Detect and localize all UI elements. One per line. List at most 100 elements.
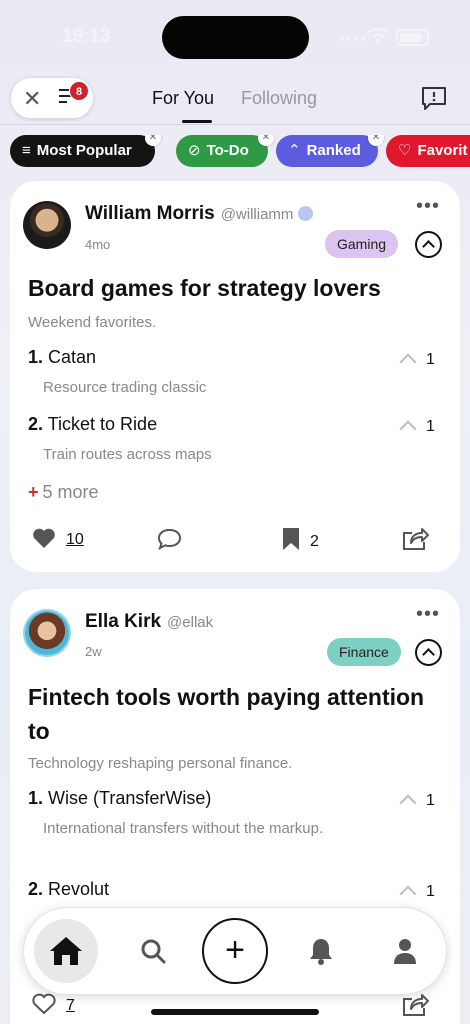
nav-home[interactable] (34, 919, 98, 983)
list-item[interactable]: 1. Wise (TransferWise) (28, 788, 211, 809)
check-circle-icon: ⊘ (188, 142, 201, 159)
chevron-up-icon: ⌃ (288, 142, 301, 159)
vote-count: 1 (426, 792, 435, 809)
status-bar: 19:13 (0, 0, 470, 70)
collapse-button[interactable] (415, 639, 442, 666)
avatar[interactable] (23, 609, 71, 657)
search-icon[interactable] (140, 938, 166, 964)
like-count[interactable]: 10 (66, 531, 84, 548)
item-number: 2. (28, 879, 44, 899)
upvote-button[interactable]: 1 (399, 883, 435, 903)
more-options-icon[interactable]: ••• (416, 195, 440, 218)
heart-outline-icon (32, 993, 56, 1015)
upvote-button[interactable]: 1 (399, 351, 435, 371)
post-title: Board games for strategy lovers (28, 275, 381, 301)
post-author[interactable]: Ella Kirk @ellak (85, 611, 213, 633)
list-item[interactable]: 1. Catan (28, 347, 96, 368)
upvote-icon (399, 420, 417, 438)
item-description: Resource trading classic (43, 379, 207, 396)
chip-favorites[interactable]: ♡ Favorit (386, 135, 470, 167)
post-age: 4mo (85, 237, 111, 252)
upvote-icon (399, 885, 417, 903)
filter-control[interactable]: ✕ 8 (10, 77, 94, 119)
close-icon[interactable]: ✕ (23, 86, 41, 112)
post-subtitle: Technology reshaping personal finance. (28, 755, 293, 772)
post-title: Fintech tools worth paying attention to (28, 684, 425, 744)
item-number: 1. (28, 788, 44, 808)
category-tag[interactable]: Gaming (325, 230, 399, 258)
vote-count: 1 (426, 351, 435, 368)
chip-label: Favorit (417, 142, 468, 159)
item-description: International transfers without the mark… (43, 820, 324, 837)
chip-remove-icon[interactable]: ✕ (368, 135, 384, 146)
upvote-button[interactable]: 1 (399, 418, 435, 438)
chevron-up-icon (422, 648, 435, 661)
profile-icon[interactable] (393, 937, 417, 965)
chip-to-do[interactable]: ⊘ To-Do ✕ (176, 135, 274, 167)
heart-icon: ♡ (398, 142, 412, 159)
item-number: 2. (28, 414, 44, 434)
add-post-button[interactable]: + (202, 918, 268, 984)
header-divider (0, 124, 470, 125)
like-button[interactable]: 10 (32, 527, 84, 549)
vote-count: 1 (426, 418, 435, 435)
item-name: Revolut (48, 879, 110, 899)
save-count: 2 (310, 533, 319, 550)
more-options-icon[interactable]: ••• (416, 603, 440, 626)
item-number: 1. (28, 347, 44, 367)
avatar[interactable] (23, 201, 71, 249)
feedback-icon[interactable] (421, 86, 447, 112)
chip-label: Ranked (306, 142, 361, 159)
chip-remove-icon[interactable]: ✕ (258, 135, 274, 146)
chip-ranked[interactable]: ⌃ Ranked ✕ (276, 135, 384, 167)
heart-icon (33, 528, 55, 548)
item-name: Catan (48, 347, 97, 367)
item-description: Train routes across maps (43, 446, 212, 463)
home-indicator[interactable] (151, 1009, 319, 1015)
tab-for-you[interactable]: For You (152, 88, 214, 109)
show-more-link[interactable]: +5 more (28, 482, 99, 503)
active-tab-indicator (182, 120, 212, 123)
chip-label: Most Popular (36, 142, 132, 159)
chevron-up-icon (422, 240, 435, 253)
filter-count-badge: 8 (69, 81, 89, 101)
more-count: 5 more (42, 482, 99, 502)
item-name: Wise (TransferWise) (48, 788, 212, 808)
filter-chips: ≡ Most Popular ✕ ⊘ To-Do ✕ ⌃ Ranked ✕ ♡ Favo… (10, 135, 470, 167)
chip-label: To-Do (206, 142, 249, 159)
list-item[interactable]: 2. Revolut (28, 879, 109, 900)
author-name: William Morris (85, 203, 215, 224)
home-icon (50, 937, 82, 965)
post-author[interactable]: William Morris @williamm (85, 203, 314, 225)
dynamic-island (162, 16, 309, 59)
bookmark-button[interactable]: 2 (282, 527, 319, 551)
upvote-icon (399, 794, 417, 812)
author-handle: @ellak (167, 614, 214, 631)
item-name: Ticket to Ride (47, 414, 158, 434)
status-time: 19:13 (62, 26, 111, 47)
bottom-nav: + (23, 907, 447, 995)
bell-icon[interactable] (309, 937, 333, 965)
author-handle: @williamm (220, 206, 294, 223)
post-subtitle: Weekend favorites. (28, 314, 157, 331)
upvote-button[interactable]: 1 (399, 792, 435, 812)
vote-count: 1 (426, 883, 435, 900)
battery-icon (396, 29, 429, 46)
upvote-icon (399, 353, 417, 371)
category-tag[interactable]: Finance (327, 638, 401, 666)
chip-remove-icon[interactable]: ✕ (145, 135, 161, 146)
like-button[interactable]: 7 (32, 993, 75, 1015)
like-count[interactable]: 7 (66, 997, 75, 1014)
collapse-button[interactable] (415, 231, 442, 258)
share-icon[interactable] (401, 525, 429, 551)
post-card[interactable]: William Morris @williamm 4mo ••• Gaming B… (10, 181, 460, 572)
comment-icon[interactable] (157, 528, 182, 550)
sort-icon: ≡ (22, 142, 31, 159)
chip-most-popular[interactable]: ≡ Most Popular ✕ (10, 135, 161, 167)
verified-icon (298, 206, 314, 221)
tab-following[interactable]: Following (241, 88, 317, 109)
post-age: 2w (85, 644, 102, 659)
list-item[interactable]: 2. Ticket to Ride (28, 414, 157, 435)
bookmark-icon (283, 528, 299, 550)
author-name: Ella Kirk (85, 611, 162, 632)
